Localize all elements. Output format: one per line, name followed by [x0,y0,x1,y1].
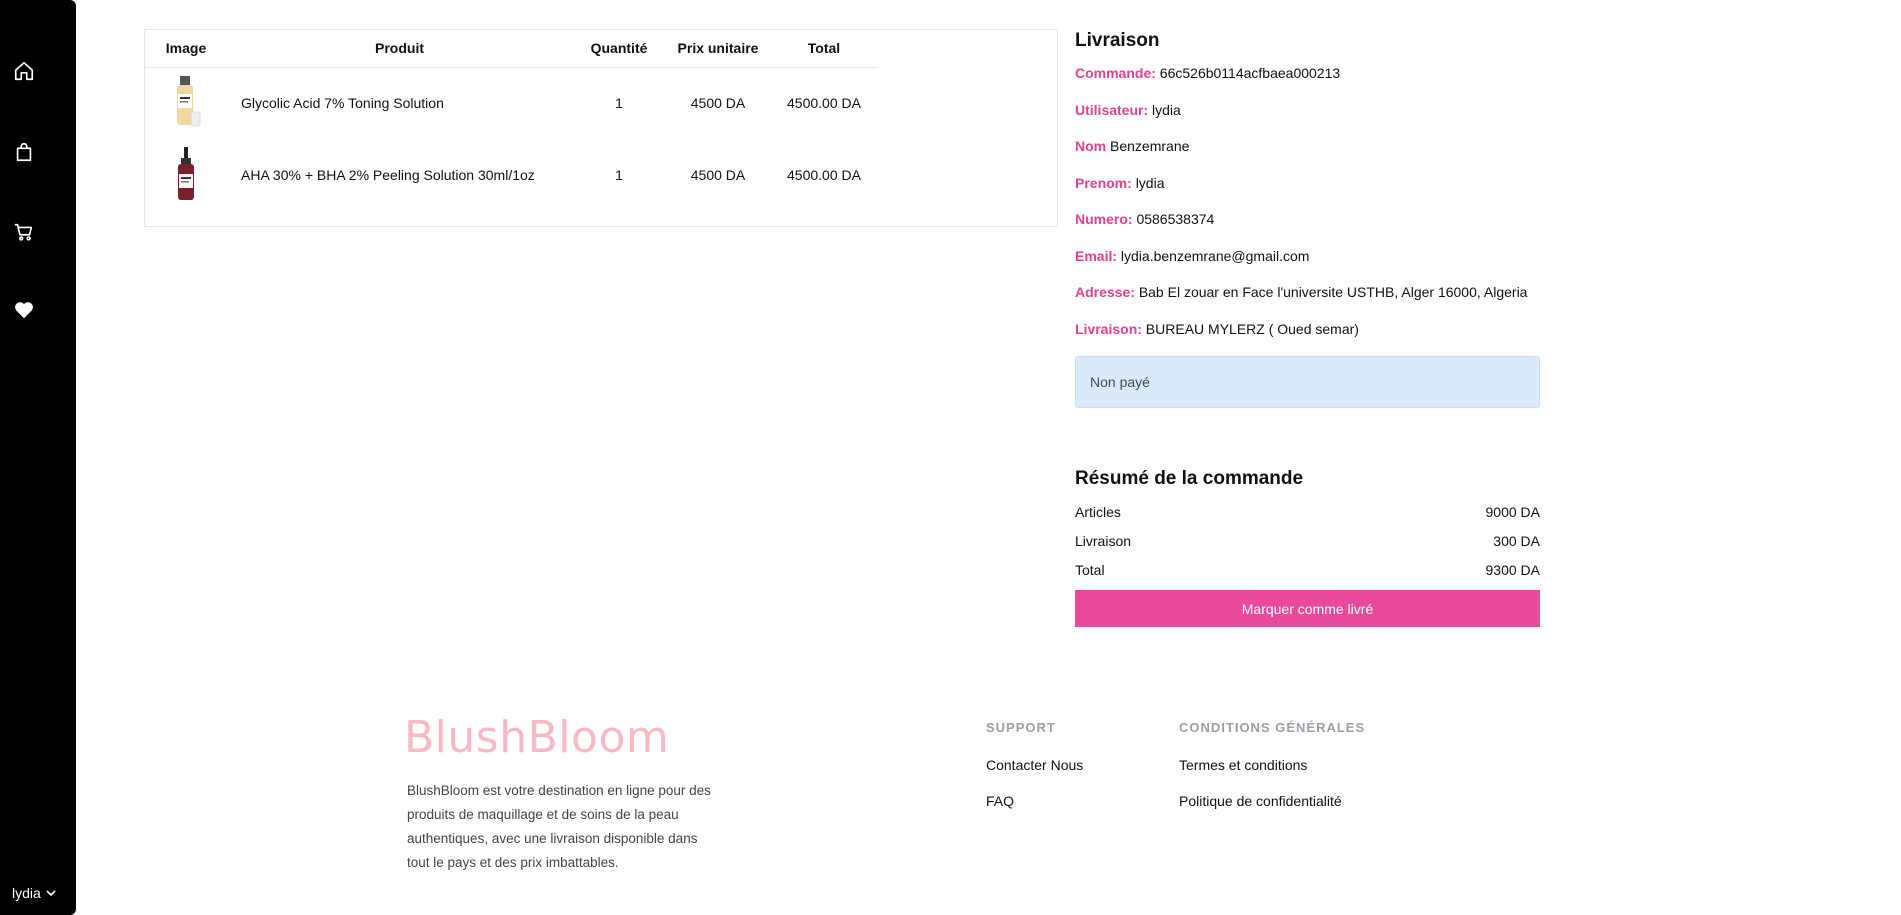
table-header-row: Image Produit Quantité Prix unitaire Tot… [145,30,878,68]
order-id-row: Commande: 66c526b0114acfbaea000213 [1075,63,1540,100]
product-quantity: 1 [615,95,623,112]
summary-row: Total 9300 DA [1075,555,1540,584]
home-icon[interactable] [0,58,48,84]
summary-title: Résumé de la commande [1075,468,1304,489]
phone-row: Numero: 0586538374 [1075,209,1540,246]
bag-icon[interactable] [0,139,48,165]
footer-conditions-column: CONDITIONS GÉNÉRALES Termes et condition… [1179,720,1365,827]
summary-label: Articles [1075,503,1121,520]
product-total: 4500.00 DA [787,167,861,183]
payment-status-alert: Non payé [1075,356,1540,408]
info-label: Commande: [1075,65,1156,81]
table-row: AHA 30% + BHA 2% Peeling Solution 30ml/1… [145,139,878,211]
info-label: Nom [1075,138,1107,154]
address-row: Adresse: Bab El zouar en Face l'universi… [1075,282,1540,319]
summary-value: 300 DA [1493,532,1540,549]
product-thumbnail [177,76,201,127]
col-header-product: Produit [227,30,572,68]
delivery-method-row: Livraison: BUREAU MYLERZ ( Oued semar) [1075,319,1540,356]
footer-link-privacy[interactable]: Politique de confidentialité [1179,791,1365,827]
product-unit-price: 4500 DA [690,167,746,183]
summary-label: Livraison [1075,532,1132,549]
info-label: Adresse: [1075,284,1135,300]
chevron-down-icon [46,890,56,897]
product-unit-price: 4500 DA [690,95,746,112]
order-items-table: Image Produit Quantité Prix unitaire Tot… [145,30,878,211]
user-menu[interactable]: lydia [12,885,57,901]
info-label: Livraison: [1075,320,1142,337]
footer-link-faq[interactable]: FAQ [986,791,1083,827]
footer-link-terms[interactable]: Termes et conditions [1179,755,1365,791]
table-row: Glycolic Acid 7% Toning Solution 1 4500 … [145,67,878,139]
cart-icon[interactable] [0,219,48,245]
footer-link-contact[interactable]: Contacter Nous [986,755,1083,791]
user-name: lydia [12,885,41,901]
info-value: 0586538374 [1136,211,1215,227]
product-image-cell [145,67,227,139]
footer-brand-logo: BlushBloom [404,712,670,763]
info-value: Benzemrane [1110,138,1190,154]
mark-delivered-button[interactable]: Marquer comme livré [1075,590,1540,627]
summary-value: 9300 DA [1485,561,1540,578]
summary-row: Articles 9000 DA [1075,497,1540,526]
col-header-quantity: Quantité [572,30,666,68]
col-header-image: Image [145,30,227,68]
delivery-panel: Livraison Commande: 66c526b0114acfbaea00… [1075,29,1540,408]
heart-icon[interactable] [0,297,48,323]
summary-row: Livraison 300 DA [1075,526,1540,555]
user-row: Utilisateur: lydia [1075,100,1540,137]
footer-conditions-heading: CONDITIONS GÉNÉRALES [1179,720,1366,735]
first-name-row: Prenom: lydia [1075,173,1540,210]
footer-support-heading: SUPPORT [986,720,1056,735]
info-label: Numero: [1075,211,1133,227]
info-label: Prenom: [1075,174,1132,191]
product-thumbnail [178,147,194,200]
summary-value: 9000 DA [1485,503,1540,520]
info-value: lydia [1135,174,1165,191]
product-name: AHA 30% + BHA 2% Peeling Solution 30ml/1… [241,167,535,183]
last-name-row: Nom Benzemrane [1075,136,1540,173]
email-row: Email: lydia.benzemrane@gmail.com [1075,246,1540,283]
col-header-total: Total [770,30,878,68]
info-value: Bab El zouar en Face l'universite USTHB,… [1138,284,1528,300]
product-name: Glycolic Acid 7% Toning Solution [241,95,444,112]
info-value: lydia.benzemrane@gmail.com [1120,247,1310,264]
summary-label: Total [1075,561,1105,578]
sidebar: lydia [0,0,76,915]
info-value: lydia [1152,101,1181,118]
order-items-card: Image Produit Quantité Prix unitaire Tot… [144,29,1058,227]
info-value: BUREAU MYLERZ ( Oued semar) [1145,320,1359,337]
order-summary: Résumé de la commande Articles 9000 DA Li… [1075,468,1540,627]
footer-description: BlushBloom est votre destination en lign… [407,783,711,870]
footer-support-column: SUPPORT Contacter Nous FAQ [986,720,1083,827]
info-label: Utilisateur: [1075,101,1149,118]
info-value: 66c526b0114acfbaea000213 [1159,65,1341,81]
product-quantity: 1 [615,167,623,183]
product-total: 4500.00 DA [787,95,861,112]
product-image-cell [145,139,227,211]
delivery-title: Livraison [1075,30,1160,51]
info-label: Email: [1075,247,1118,264]
col-header-unit-price: Prix unitaire [666,30,770,68]
